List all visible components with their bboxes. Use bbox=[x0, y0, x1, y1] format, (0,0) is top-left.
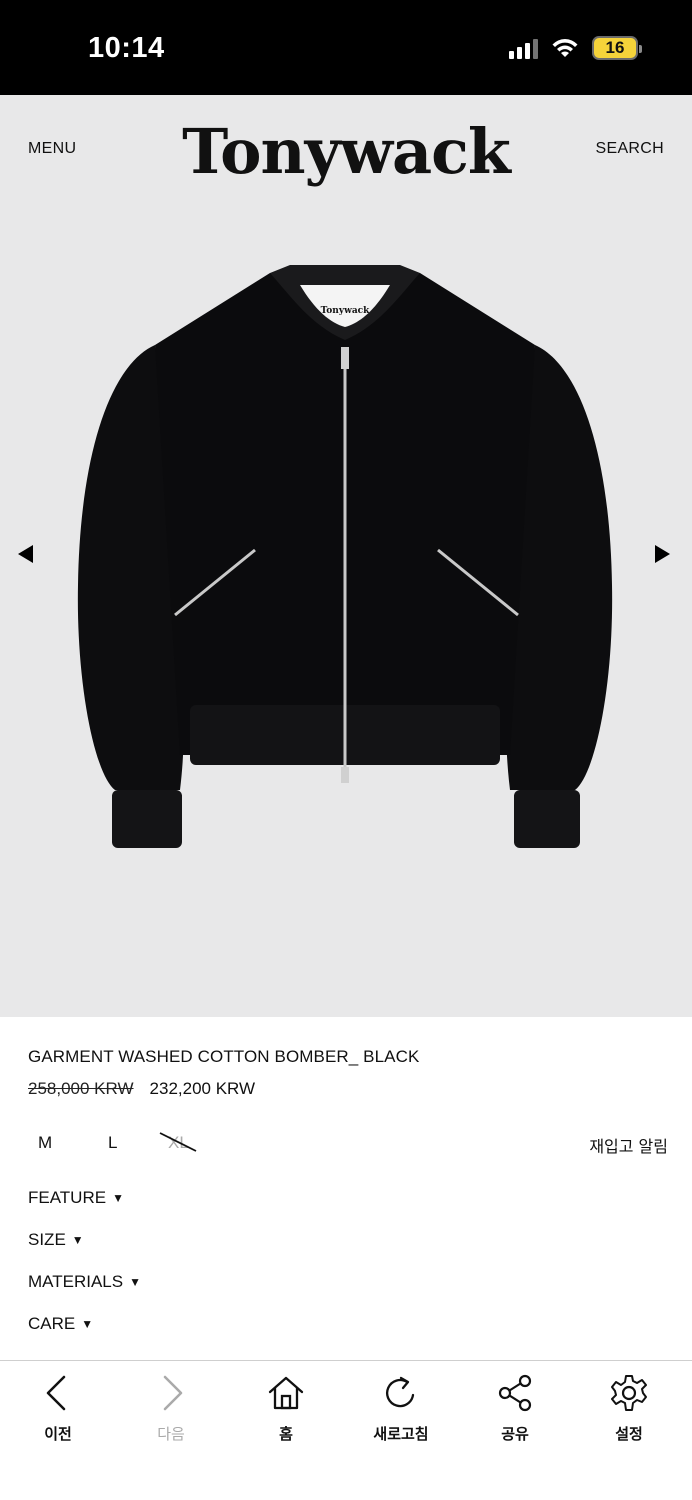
home-label: 홈 bbox=[279, 1425, 293, 1443]
wifi-icon bbox=[552, 39, 578, 57]
forward-button[interactable]: 다음 bbox=[121, 1373, 221, 1444]
section-toggle-feature[interactable]: FEATURE ▼ bbox=[28, 1188, 124, 1208]
search-button[interactable]: SEARCH bbox=[596, 140, 664, 158]
back-button[interactable]: 이전 bbox=[8, 1373, 108, 1444]
section-label: CARE bbox=[28, 1314, 76, 1333]
status-indicators: 16 bbox=[509, 36, 642, 60]
restock-alert-button[interactable]: 재입고 알림 bbox=[589, 1133, 668, 1157]
chevron-right-icon bbox=[163, 1375, 183, 1411]
sold-out-strike-icon bbox=[159, 1132, 197, 1152]
garment-label-text: Tonywack bbox=[321, 306, 370, 316]
product-title: GARMENT WASHED COTTON BOMBER_ BLACK bbox=[28, 1047, 420, 1066]
menu-button[interactable]: MENU bbox=[28, 140, 76, 158]
price-row: 258,000 KRW 232,200 KRW bbox=[28, 1079, 255, 1099]
product-image: Tonywack bbox=[77, 265, 613, 848]
caret-down-icon: ▼ bbox=[81, 1317, 94, 1331]
section-toggle-materials[interactable]: MATERIALS ▼ bbox=[28, 1272, 141, 1292]
status-time: 10:14 bbox=[88, 32, 165, 64]
bottom-toolbar: 이전 다음 홈 새로고침 공유 설정 bbox=[0, 1360, 692, 1500]
cellular-signal-icon bbox=[509, 37, 538, 59]
share-button[interactable]: 공유 bbox=[465, 1373, 565, 1444]
section-label: FEATURE bbox=[28, 1188, 107, 1207]
size-option-l[interactable]: L bbox=[108, 1133, 117, 1153]
sale-price: 232,200 KRW bbox=[149, 1079, 256, 1098]
chevron-left-icon bbox=[46, 1375, 66, 1411]
forward-label: 다음 bbox=[157, 1425, 185, 1443]
settings-button[interactable]: 설정 bbox=[579, 1373, 679, 1444]
section-toggle-size[interactable]: SIZE ▼ bbox=[28, 1230, 84, 1250]
gear-icon bbox=[611, 1375, 647, 1411]
section-label: SIZE bbox=[28, 1230, 66, 1249]
size-option-m[interactable]: M bbox=[38, 1133, 52, 1153]
status-bar: 10:14 16 bbox=[0, 0, 692, 95]
product-gallery: Tonywack MENU SEARCH Tonywack bbox=[0, 95, 692, 1017]
brand-logo[interactable]: Tonywack bbox=[0, 115, 692, 188]
previous-image-arrow-icon[interactable] bbox=[18, 545, 33, 563]
refresh-label: 새로고침 bbox=[373, 1425, 429, 1443]
caret-down-icon: ▼ bbox=[129, 1275, 141, 1289]
share-label: 공유 bbox=[501, 1425, 529, 1443]
home-icon bbox=[268, 1376, 304, 1410]
original-price: 258,000 KRW bbox=[28, 1079, 134, 1098]
share-icon bbox=[498, 1374, 532, 1412]
settings-label: 설정 bbox=[615, 1425, 643, 1443]
battery-indicator: 16 bbox=[592, 36, 642, 60]
caret-down-icon: ▼ bbox=[112, 1191, 124, 1205]
home-button[interactable]: 홈 bbox=[236, 1373, 336, 1444]
size-selector: M L XL 재입고 알림 bbox=[28, 1132, 668, 1163]
refresh-icon bbox=[386, 1376, 415, 1408]
section-toggle-care[interactable]: CARE ▼ bbox=[28, 1314, 93, 1334]
caret-down-icon: ▼ bbox=[71, 1233, 84, 1247]
refresh-button[interactable]: 새로고침 bbox=[351, 1373, 451, 1444]
back-label: 이전 bbox=[44, 1425, 72, 1443]
section-label: MATERIALS bbox=[28, 1272, 124, 1291]
next-image-arrow-icon[interactable] bbox=[655, 545, 670, 563]
